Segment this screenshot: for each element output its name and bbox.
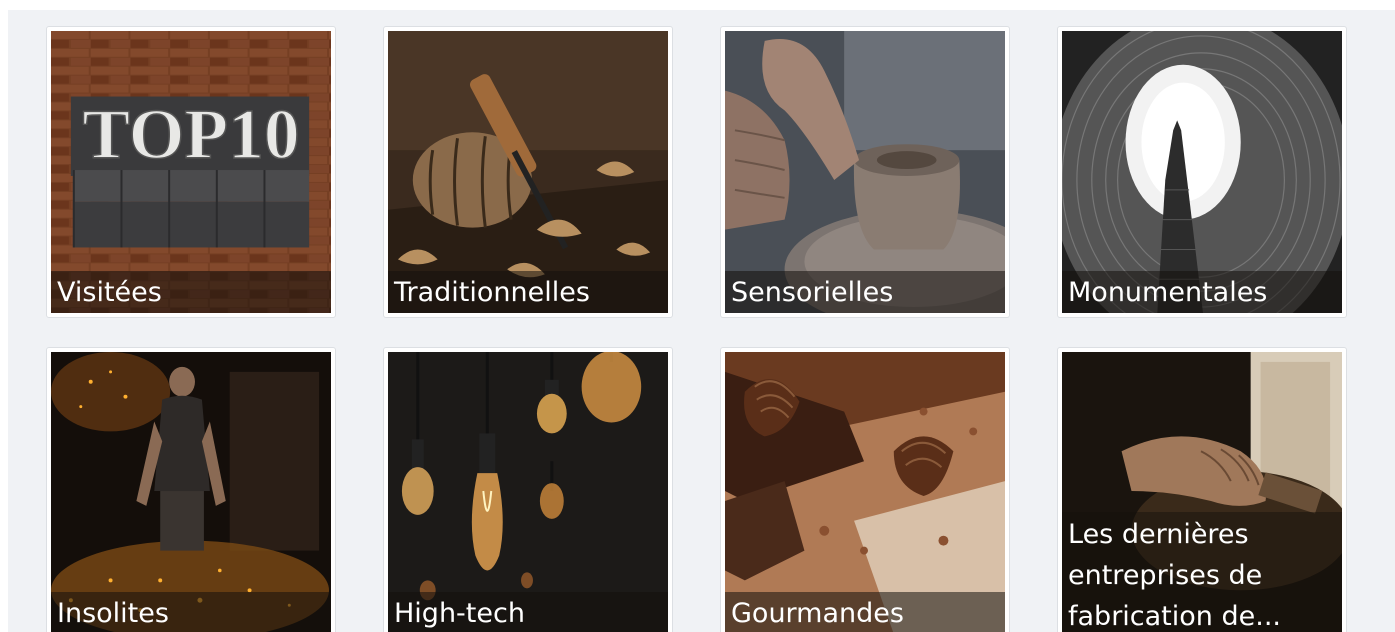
edison-bulbs-photo — [388, 352, 668, 632]
card-thumbnail: Traditionnelles — [388, 31, 668, 313]
card-thumbnail: Sensorielles — [725, 31, 1005, 313]
category-card-insolites[interactable]: Insolites — [46, 347, 336, 632]
category-card-visitees[interactable]: TOP10 Visitées — [46, 26, 336, 318]
category-card-monumentales[interactable]: Monumentales — [1057, 26, 1347, 318]
card-caption: Traditionnelles — [388, 271, 668, 313]
category-card-sensorielles[interactable]: Sensorielles — [720, 26, 1010, 318]
card-caption: Monumentales — [1062, 271, 1342, 313]
chocolate-photo — [725, 352, 1005, 632]
category-card-traditionnelles[interactable]: Traditionnelles — [383, 26, 673, 318]
card-thumbnail: Gourmandes — [725, 352, 1005, 632]
card-caption: High-tech — [388, 592, 668, 632]
card-caption: Sensorielles — [725, 271, 1005, 313]
card-thumbnail: TOP10 Visitées — [51, 31, 331, 313]
category-card-dernieres-entreprises[interactable]: Les dernières entreprises de fabrication… — [1057, 347, 1347, 632]
category-card-high-tech[interactable]: High-tech — [383, 347, 673, 632]
card-thumbnail: Monumentales — [1062, 31, 1342, 313]
card-thumbnail: Les dernières entreprises de fabrication… — [1062, 352, 1342, 632]
card-caption: Insolites — [51, 592, 331, 632]
blacksmith-sparks-photo — [51, 352, 331, 632]
card-thumbnail: Insolites — [51, 352, 331, 632]
category-card-gourmandes[interactable]: Gourmandes — [720, 347, 1010, 632]
card-thumbnail: High-tech — [388, 352, 668, 632]
card-caption: Les dernières entreprises de fabrication… — [1062, 512, 1342, 632]
card-caption: Gourmandes — [725, 592, 1005, 632]
category-grid: TOP10 Visitées Traditionnelles Sensoriel… — [8, 10, 1395, 632]
card-caption: Visitées — [51, 271, 331, 313]
